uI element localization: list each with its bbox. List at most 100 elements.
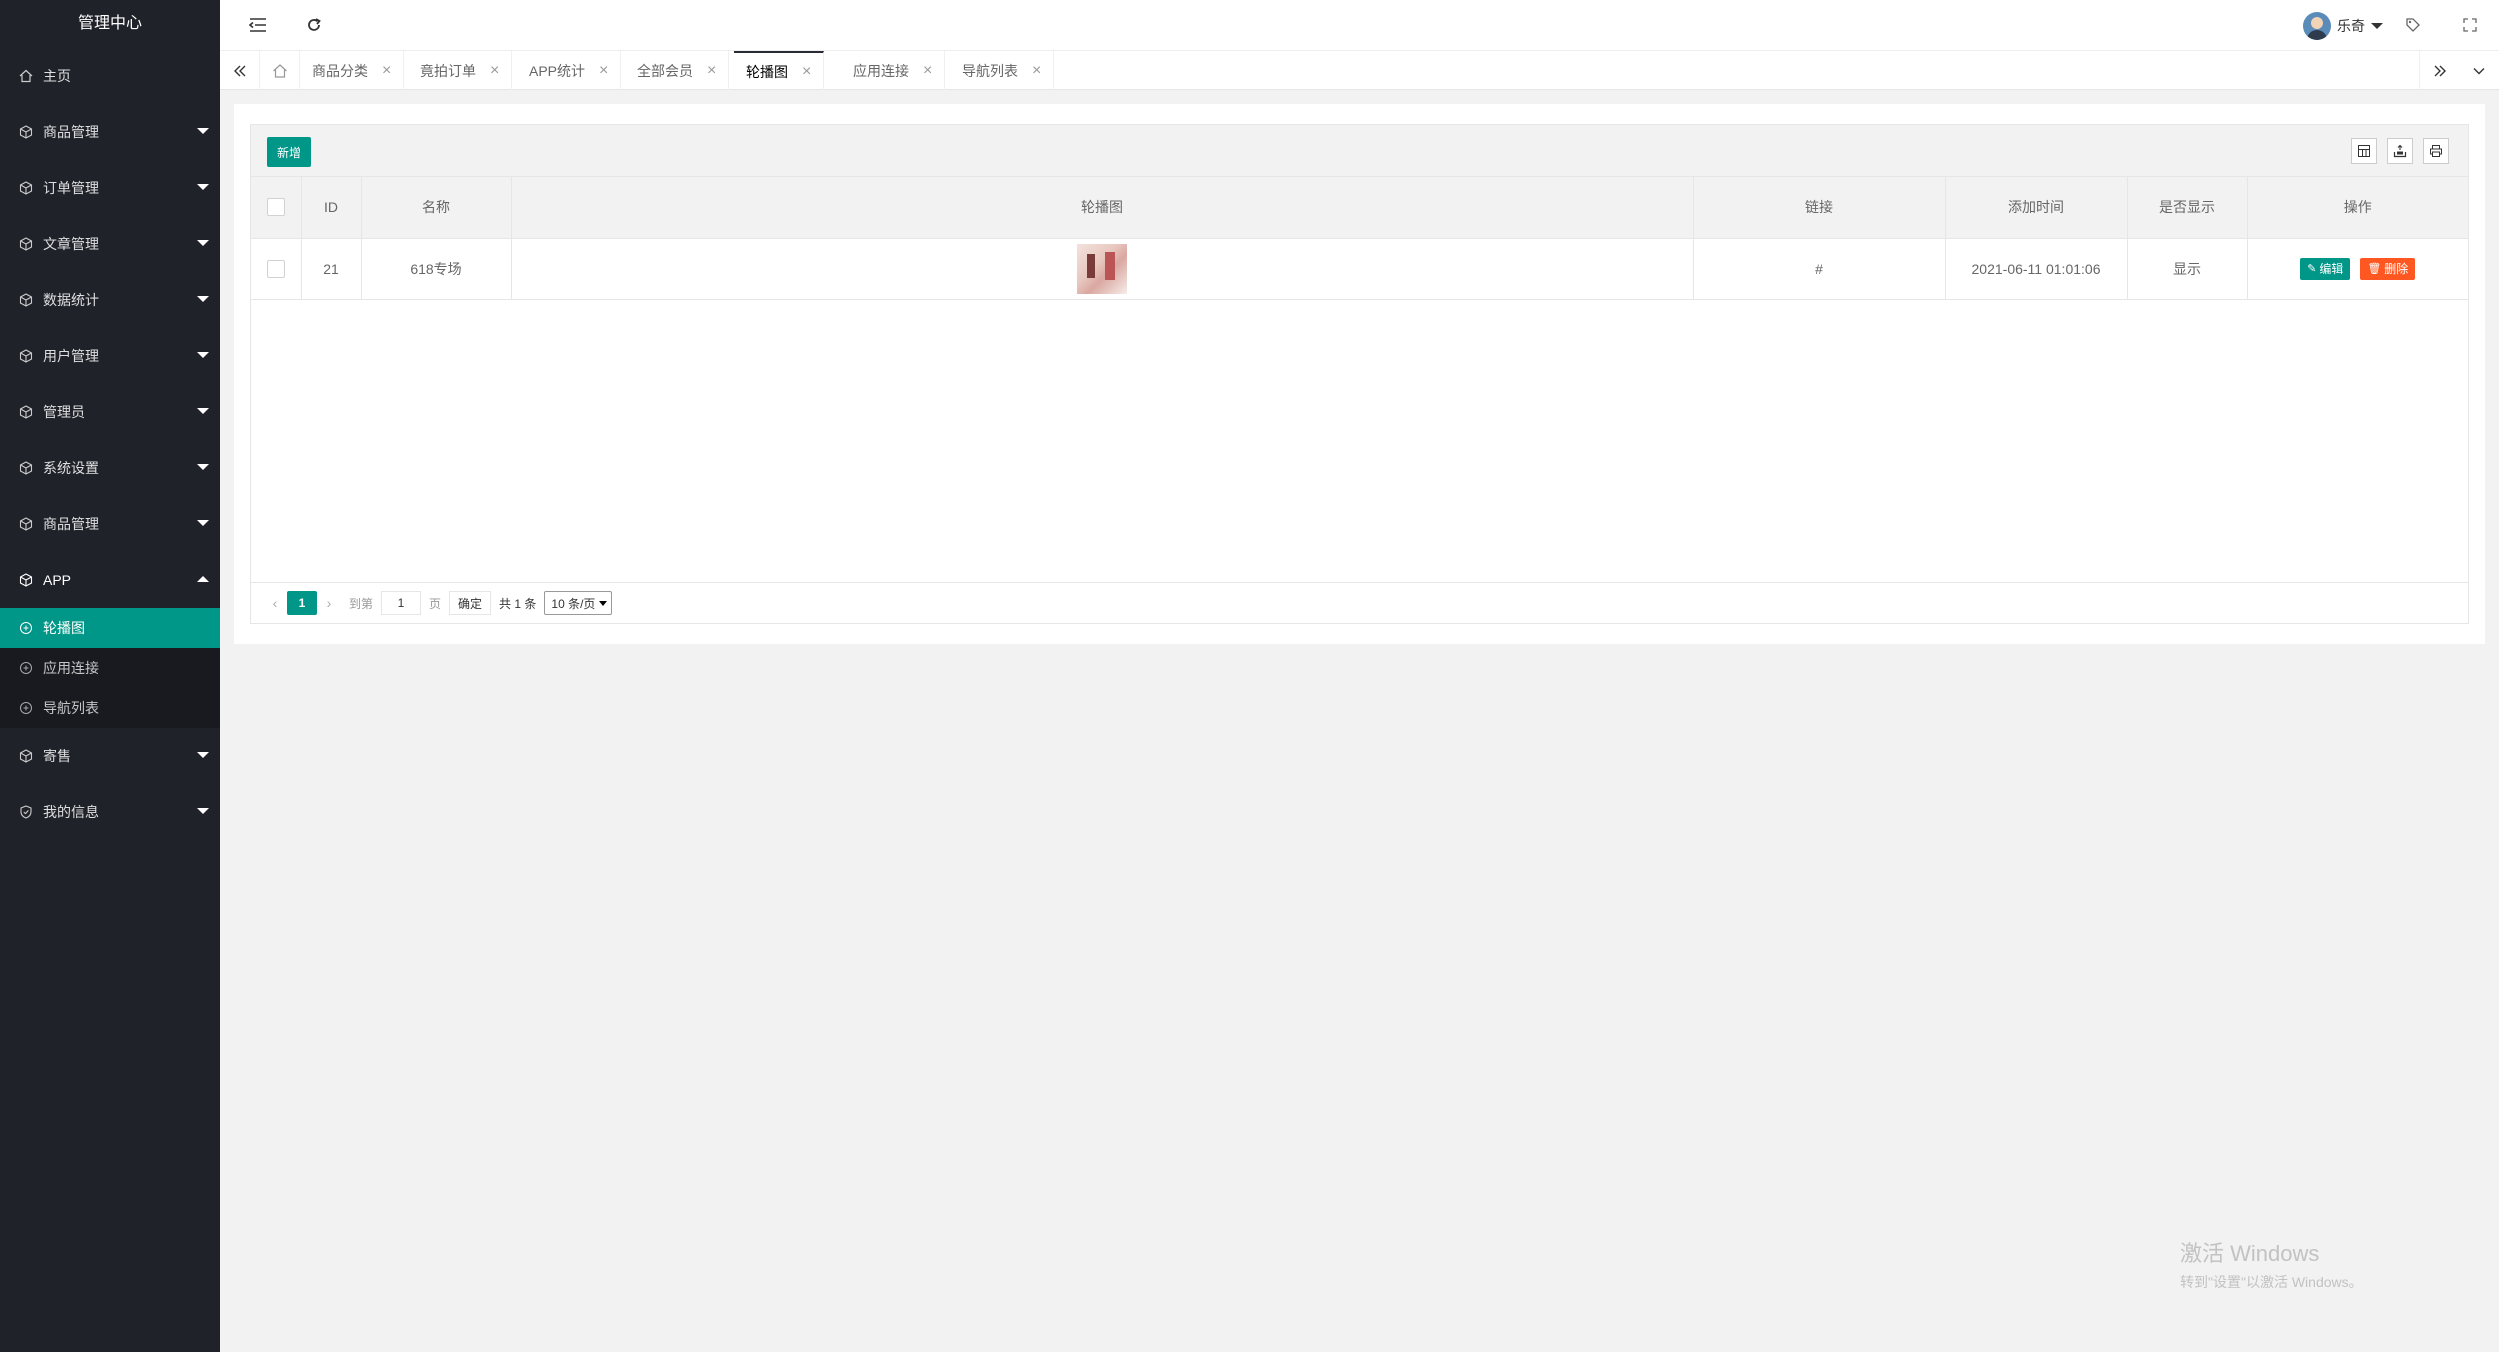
chevron-down-icon (197, 520, 209, 526)
chevron-down-icon (197, 352, 209, 358)
circle-plus-icon (19, 621, 33, 635)
delete-button[interactable]: 🗑 删除 (2360, 257, 2416, 280)
banner-thumbnail[interactable] (1077, 243, 1127, 294)
row-checkbox[interactable] (266, 259, 285, 278)
cell-id: 21 (301, 238, 362, 300)
tab-label: 导航列表 (962, 62, 1018, 79)
page-unit: 页 (429, 596, 442, 611)
cell-time: 2021-06-11 01:01:06 (1945, 238, 2128, 300)
cube-icon (19, 517, 33, 531)
sidebar-item-goods[interactable]: 商品管理 (0, 104, 220, 160)
tab-label: 竟拍订单 (420, 62, 476, 79)
edit-button[interactable]: ✎ 编辑 (2300, 257, 2351, 280)
column-header[interactable]: 操作 (2247, 177, 2468, 239)
column-header[interactable]: 是否显示 (2127, 177, 2248, 239)
sidebar-subitem-app-links[interactable]: 应用连接 (0, 648, 220, 688)
avatar (2303, 12, 2331, 40)
cell-link: # (1693, 238, 1946, 300)
tab-auction-orders[interactable]: 竟拍订单 × (408, 51, 513, 90)
refresh-icon[interactable] (304, 15, 324, 35)
sidebar-item-app[interactable]: APP (0, 552, 220, 608)
tab-label: 轮播图 (746, 63, 788, 80)
tab-nav-list[interactable]: 导航列表 × (950, 51, 1055, 90)
tag-icon[interactable] (2403, 15, 2423, 35)
sidebar-subitem-nav-list[interactable]: 导航列表 (0, 688, 220, 728)
sidebar-item-settings[interactable]: 系统设置 (0, 440, 220, 496)
tab-home-icon[interactable] (260, 51, 300, 90)
close-icon[interactable]: × (1032, 62, 1041, 80)
circle-plus-icon (19, 701, 33, 715)
tab-banner[interactable]: 轮播图 × (734, 51, 825, 90)
sidebar-item-label: 寄售 (43, 748, 71, 764)
close-icon[interactable]: × (802, 63, 811, 81)
column-header[interactable]: 轮播图 (511, 177, 1694, 239)
page-jump-input[interactable]: 1 (381, 591, 422, 615)
tab-label: APP统计 (529, 62, 586, 79)
edit-label: 编辑 (2319, 262, 2344, 276)
pencil-icon: ✎ (2307, 263, 2317, 275)
sidebar-subitem-banner[interactable]: 轮播图 (0, 608, 220, 648)
sidebar-item-goods-2[interactable]: 商品管理 (0, 496, 220, 552)
sidebar-item-orders[interactable]: 订单管理 (0, 160, 220, 216)
chevron-down-icon (197, 408, 209, 414)
close-icon[interactable]: × (707, 62, 716, 80)
sidebar-item-articles[interactable]: 文章管理 (0, 216, 220, 272)
export-icon[interactable] (2387, 138, 2413, 164)
tabs-scroll-right-icon[interactable] (2419, 51, 2459, 90)
sidebar-item-consign[interactable]: 寄售 (0, 728, 220, 784)
prev-page-icon[interactable]: ‹ (263, 595, 287, 611)
column-header[interactable]: 名称 (361, 177, 512, 239)
sidebar-item-label: APP (43, 572, 72, 588)
sidebar-item-label: 商品管理 (43, 124, 99, 140)
page-size-select[interactable]: 10 条/页 (544, 591, 613, 615)
tab-label: 应用连接 (853, 62, 909, 79)
cube-icon (19, 405, 33, 419)
tab-goods-category[interactable]: 商品分类 × (300, 51, 405, 90)
select-all-checkbox[interactable] (266, 198, 285, 217)
tab-app-stats[interactable]: APP统计 × (517, 51, 622, 90)
sidebar-item-label: 文章管理 (43, 236, 99, 252)
shield-icon (19, 805, 33, 819)
sidebar-item-label: 我的信息 (43, 804, 99, 820)
page-confirm-button[interactable]: 确定 (449, 591, 492, 615)
sidebar-item-stats[interactable]: 数据统计 (0, 272, 220, 328)
column-header[interactable]: 链接 (1693, 177, 1946, 239)
close-icon[interactable]: × (599, 62, 608, 80)
pagination: ‹ 1 › 到第 1 页 确定 共 1 条 10 条/页 (251, 582, 2468, 623)
sidebar-item-admins[interactable]: 管理员 (0, 384, 220, 440)
watermark-subtitle: 转到"设置"以激活 Windows。 (2180, 1274, 2363, 1290)
close-icon[interactable]: × (923, 62, 932, 80)
current-page[interactable]: 1 (287, 591, 317, 615)
menu-fold-icon[interactable] (248, 15, 268, 35)
home-icon (19, 69, 33, 83)
tab-app-links[interactable]: 应用连接 × (841, 51, 946, 90)
circle-plus-icon (19, 661, 33, 675)
chevron-down-icon (197, 184, 209, 190)
user-menu[interactable]: 乐奇 (2303, 12, 2383, 40)
cell-name: 618专场 (361, 238, 512, 300)
cube-icon (19, 573, 33, 587)
columns-filter-icon[interactable] (2351, 138, 2377, 164)
username: 乐奇 (2337, 18, 2365, 34)
cell-actions: ✎ 编辑 🗑 删除 (2247, 238, 2468, 300)
column-header[interactable]: ID (301, 177, 362, 239)
tab-all-members[interactable]: 全部会员 × (625, 51, 730, 90)
sidebar-item-my-info[interactable]: 我的信息 (0, 784, 220, 840)
cube-icon (19, 461, 33, 475)
select-all-cell[interactable] (251, 177, 302, 239)
app-submenu: 轮播图 应用连接 导航列表 (0, 608, 220, 728)
print-icon[interactable] (2423, 138, 2449, 164)
sidebar-item-users[interactable]: 用户管理 (0, 328, 220, 384)
data-table: 新增 ID 名称 轮播图 链接 添加时间 是否显示 操作 21 618专场 # … (250, 124, 2469, 624)
next-page-icon[interactable]: › (317, 595, 341, 611)
fullscreen-icon[interactable] (2460, 15, 2480, 35)
tabs-menu-chevron-down-icon[interactable] (2459, 51, 2499, 90)
chevron-down-icon (197, 464, 209, 470)
column-header[interactable]: 添加时间 (1945, 177, 2128, 239)
close-icon[interactable]: × (490, 62, 499, 80)
chevron-down-icon (197, 752, 209, 758)
close-icon[interactable]: × (382, 62, 391, 80)
add-button[interactable]: 新增 (267, 137, 311, 167)
sidebar-item-home[interactable]: 主页 (0, 48, 220, 104)
tabs-scroll-left-icon[interactable] (220, 51, 260, 90)
